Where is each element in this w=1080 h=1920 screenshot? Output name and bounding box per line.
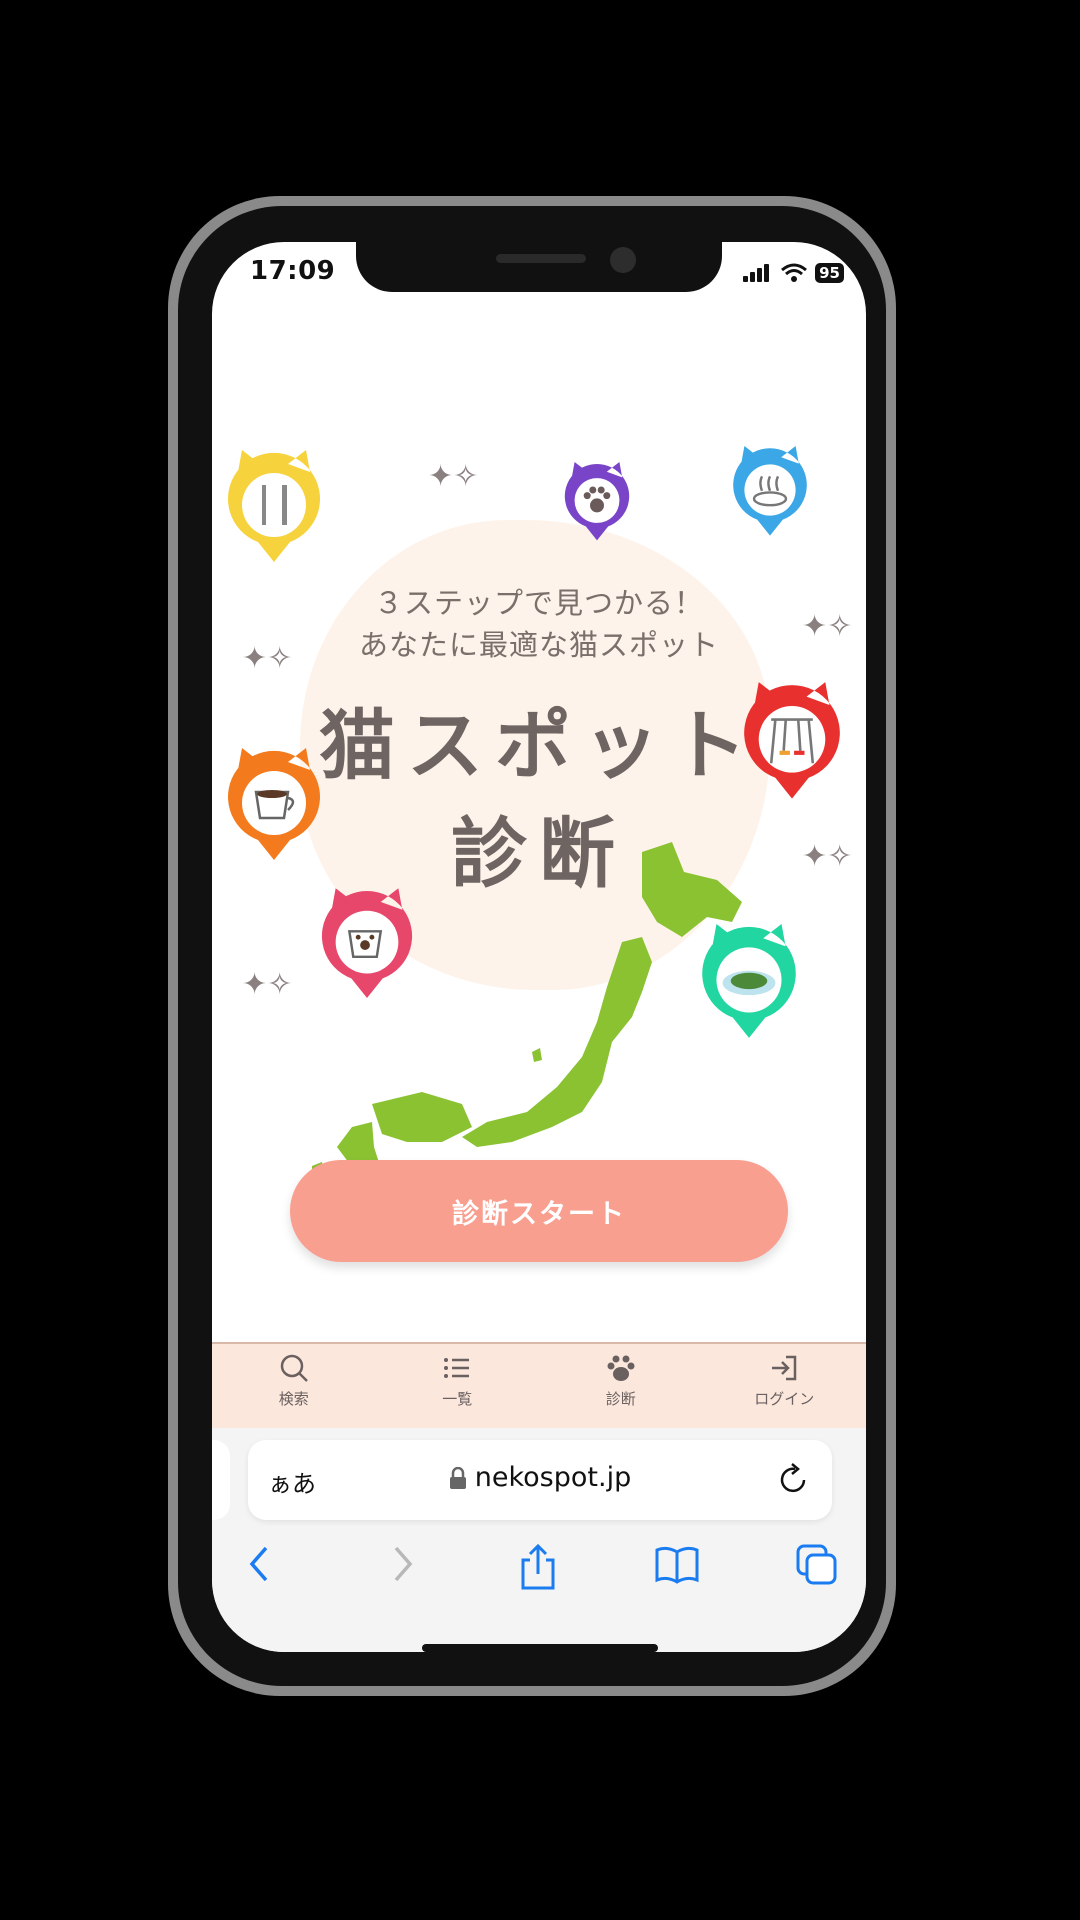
- cat-cafe-pin-icon: [321, 888, 413, 998]
- url-text[interactable]: nekospot.jp: [475, 1462, 631, 1493]
- battery-indicator: 95: [815, 263, 844, 283]
- tagline-line-2: あなたに最適な猫スポット: [358, 628, 719, 662]
- screen: 17:09 95 ３ステップで見つかる！ あなたに最適な猫スポット 猫スポット …: [212, 242, 866, 1652]
- url-display: nekospot.jp: [248, 1462, 832, 1493]
- sparkle-icon: ✦✧: [242, 967, 293, 1002]
- tab-label: 一覧: [442, 1390, 473, 1408]
- tabs-icon[interactable]: [796, 1544, 838, 1586]
- browser-chrome: ぁあ nekospot.jp: [212, 1428, 866, 1652]
- coffee-pin-icon: [228, 748, 320, 860]
- onsen-pin-icon: [733, 446, 807, 536]
- cellular-signal-icon: [743, 264, 770, 282]
- playground-pin-icon: [744, 682, 840, 799]
- previous-tab-peek[interactable]: [212, 1440, 230, 1520]
- tab-login[interactable]: ログイン: [703, 1344, 867, 1428]
- tab-label: 診断: [605, 1390, 636, 1408]
- front-camera: [610, 247, 636, 273]
- address-bar[interactable]: ぁあ nekospot.jp: [248, 1440, 832, 1520]
- tab-label: ログイン: [754, 1390, 815, 1408]
- lock-icon: [449, 1466, 466, 1489]
- home-indicator[interactable]: [422, 1644, 658, 1652]
- browser-toolbar: [212, 1540, 866, 1600]
- wifi-icon: [781, 263, 808, 282]
- bookmarks-icon[interactable]: [654, 1544, 700, 1584]
- sparkle-icon: ✦✧: [802, 839, 853, 874]
- tab-search[interactable]: 検索: [212, 1344, 376, 1428]
- list-icon: [444, 1358, 470, 1378]
- island-pin-icon: [702, 924, 796, 1038]
- speaker: [496, 254, 586, 263]
- search-icon: [280, 1354, 308, 1382]
- reload-icon[interactable]: [778, 1462, 810, 1496]
- restaurant-pin-icon: [228, 450, 320, 562]
- status-icons: 95: [743, 262, 844, 284]
- hero-illustration: ３ステップで見つかる！ あなたに最適な猫スポット 猫スポット 診断 ✦✧ ✦✧ …: [212, 446, 866, 1172]
- sparkle-icon: ✦✧: [802, 609, 853, 644]
- forward-icon[interactable]: [388, 1544, 416, 1584]
- sparkle-icon: ✦✧: [428, 459, 479, 494]
- paw-icon: [607, 1355, 635, 1381]
- paw-pin-icon: [564, 462, 630, 541]
- tagline-line-1: ３ステップで見つかる！: [373, 586, 704, 620]
- start-diagnosis-button[interactable]: 診断スタート: [290, 1160, 788, 1262]
- login-icon: [772, 1355, 797, 1381]
- bottom-tab-bar: 検索 一覧 診断 ログイン: [212, 1342, 866, 1430]
- status-time: 17:09: [250, 256, 336, 286]
- share-icon[interactable]: [518, 1544, 558, 1590]
- sparkle-icon: ✦✧: [242, 641, 293, 676]
- tab-diagnosis[interactable]: 診断: [539, 1344, 703, 1428]
- notch: [356, 242, 722, 292]
- back-icon[interactable]: [246, 1544, 274, 1584]
- tab-label: 検索: [278, 1390, 309, 1408]
- tab-list[interactable]: 一覧: [376, 1344, 540, 1428]
